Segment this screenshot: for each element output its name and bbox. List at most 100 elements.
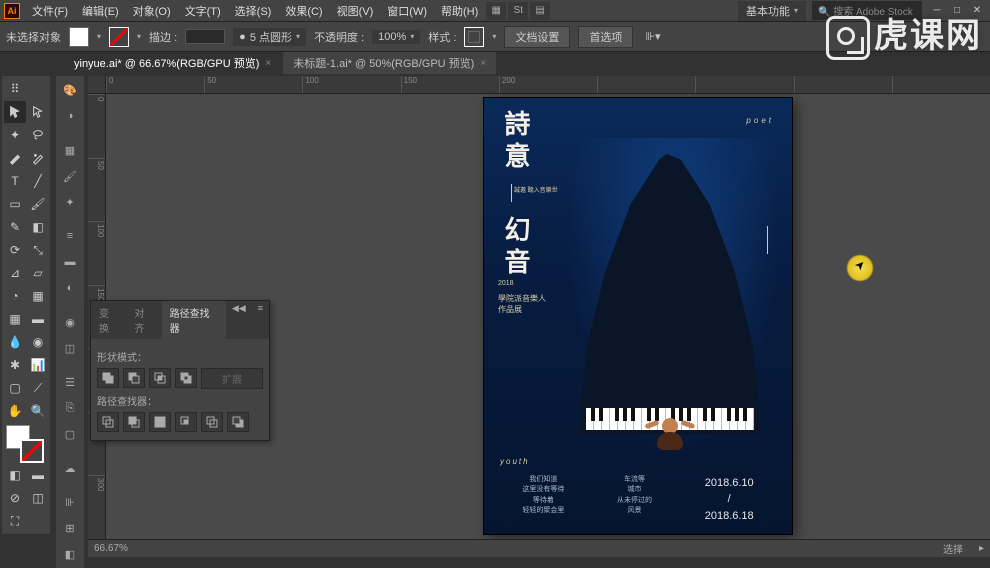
hand-tool[interactable]: ✋ [4,400,26,422]
menu-window[interactable]: 窗口(W) [381,1,433,21]
direct-selection-tool[interactable] [27,101,49,123]
fill-stroke-control[interactable] [4,423,49,463]
width-tool[interactable]: ⊿ [4,262,26,284]
menu-object[interactable]: 对象(O) [127,1,177,21]
color-mode[interactable]: ◧ [4,464,26,486]
transform-panel-icon[interactable]: ⊞ [58,516,82,540]
minus-front-button[interactable] [123,368,145,388]
minus-back-button[interactable] [227,412,249,432]
none-mode[interactable]: ⊘ [4,487,26,509]
lasso-tool[interactable] [27,124,49,146]
shaper-tool[interactable]: ✎ [4,216,26,238]
menu-file[interactable]: 文件(F) [26,1,74,21]
rotate-tool[interactable]: ⟳ [4,239,26,261]
search-input[interactable]: 🔍 搜索 Adobe Stock [812,1,922,20]
prefs-button[interactable]: 首选项 [578,26,633,48]
appearance-panel-icon[interactable]: ◉ [58,310,82,334]
asset-export-icon[interactable]: ⎘ [58,396,82,420]
swatches-panel-icon[interactable]: ▦ [58,138,82,162]
ruler-horizontal[interactable]: 050100150200 [106,76,990,94]
libraries-panel-icon[interactable]: ☁ [58,456,82,480]
expand-button[interactable]: 扩展 [201,368,263,389]
rectangle-tool[interactable]: ▭ [4,193,26,215]
stroke-profile-select[interactable]: ● 5 点圆形 ▾ [233,28,306,46]
blend-tool[interactable]: ◉ [27,331,49,353]
eraser-tool[interactable]: ◧ [27,216,49,238]
transparency-panel-icon[interactable]: ◐ [58,276,82,300]
close-button[interactable]: ✕ [968,4,986,18]
opacity-input[interactable]: 100% ▾ [372,30,420,44]
toolbox-handle[interactable]: ⠿ [4,78,26,100]
stroke-swatch[interactable] [109,27,129,47]
graph-tool[interactable]: 📊 [27,354,49,376]
eyedropper-tool[interactable]: 💧 [4,331,26,353]
color-guide-icon[interactable]: ◑ [58,104,82,128]
workspace-selector[interactable]: 基本功能▾ [738,1,806,21]
bridge-icon[interactable]: ▦ [486,2,506,20]
panel-menu-icon[interactable]: ≡ [252,301,269,339]
arrange2-icon[interactable]: ▤ [530,2,550,20]
exclude-button[interactable] [175,368,197,388]
maximize-button[interactable]: □ [948,4,966,18]
zoom-readout[interactable]: 66.67% [94,543,128,554]
artboards-panel-icon[interactable]: ▢ [58,422,82,446]
menu-edit[interactable]: 编辑(E) [76,1,125,21]
graphic-styles-icon[interactable]: ◫ [58,336,82,360]
minimize-button[interactable]: ─ [928,4,946,18]
outline-button[interactable] [201,412,223,432]
align-icon[interactable]: ⊪▾ [645,30,660,43]
line-tool[interactable]: ╱ [27,170,49,192]
fill-swatch[interactable] [69,27,89,47]
gradient-mode[interactable]: ▬ [27,464,49,486]
screen-mode[interactable]: ⛶ [4,510,26,532]
artboard[interactable]: 詩意 誠邀 聽入音樂世 幻音 poet 2018 學院派音樂人作品展 youth… [484,98,792,534]
menu-help[interactable]: 帮助(H) [435,1,484,21]
gradient-tool[interactable]: ▬ [27,308,49,330]
free-transform-tool[interactable]: ▱ [27,262,49,284]
symbol-sprayer-tool[interactable]: ✱ [4,354,26,376]
stroke-panel-icon[interactable]: ≡ [58,224,82,248]
menu-effect[interactable]: 效果(C) [279,1,328,21]
zoom-tool[interactable]: 🔍 [27,400,49,422]
curvature-tool[interactable] [27,147,49,169]
arrange-icon[interactable]: St [508,2,528,20]
ruler-origin[interactable] [88,76,106,94]
trim-button[interactable] [123,412,145,432]
tab-pathfinder[interactable]: 路径查找器 [162,301,226,339]
divide-button[interactable] [97,412,119,432]
gradient-panel-icon[interactable]: ▬ [58,250,82,274]
crop-button[interactable] [175,412,197,432]
tab-transform[interactable]: 变换 [91,301,126,339]
doc-tab-1[interactable]: yinyue.ai* @ 66.67%(RGB/GPU 预览)× [64,52,281,74]
align-panel-icon[interactable]: ⊪ [58,490,82,514]
artboard-tool[interactable]: ▢ [4,377,26,399]
selection-tool[interactable] [4,101,26,123]
type-tool[interactable]: T [4,170,26,192]
doc-setup-button[interactable]: 文档设置 [504,26,570,48]
panel-collapse-icon[interactable]: ◀◀ [226,301,252,339]
slice-tool[interactable]: ⟋ [27,377,49,399]
pen-tool[interactable] [4,147,26,169]
shape-builder-tool[interactable]: ◔ [4,285,26,307]
magic-wand-tool[interactable]: ✦ [4,124,26,146]
intersect-button[interactable] [149,368,171,388]
layers-panel-icon[interactable]: ☰ [58,370,82,394]
unite-button[interactable] [97,368,119,388]
draw-mode[interactable]: ◫ [27,487,49,509]
close-icon[interactable]: × [480,58,486,69]
tab-align[interactable]: 对齐 [126,301,161,339]
style-swatch[interactable] [464,27,484,47]
paintbrush-tool[interactable]: 🖌 [27,193,49,215]
perspective-tool[interactable]: ▦ [27,285,49,307]
scale-tool[interactable]: ⤡ [27,239,49,261]
merge-button[interactable] [149,412,171,432]
doc-tab-2[interactable]: 未标题-1.ai* @ 50%(RGB/GPU 预览)× [283,52,496,74]
brushes-panel-icon[interactable]: 🖌 [58,164,82,188]
menu-view[interactable]: 视图(V) [331,1,380,21]
close-icon[interactable]: × [265,58,271,69]
menu-type[interactable]: 文字(T) [179,1,227,21]
pathfinder-panel-icon[interactable]: ◧ [58,542,82,566]
mesh-tool[interactable]: ▦ [4,308,26,330]
pathfinder-panel[interactable]: 变换 对齐 路径查找器 ◀◀ ≡ 形状模式： 扩展 路径查找器： [90,300,270,441]
menu-select[interactable]: 选择(S) [229,1,278,21]
